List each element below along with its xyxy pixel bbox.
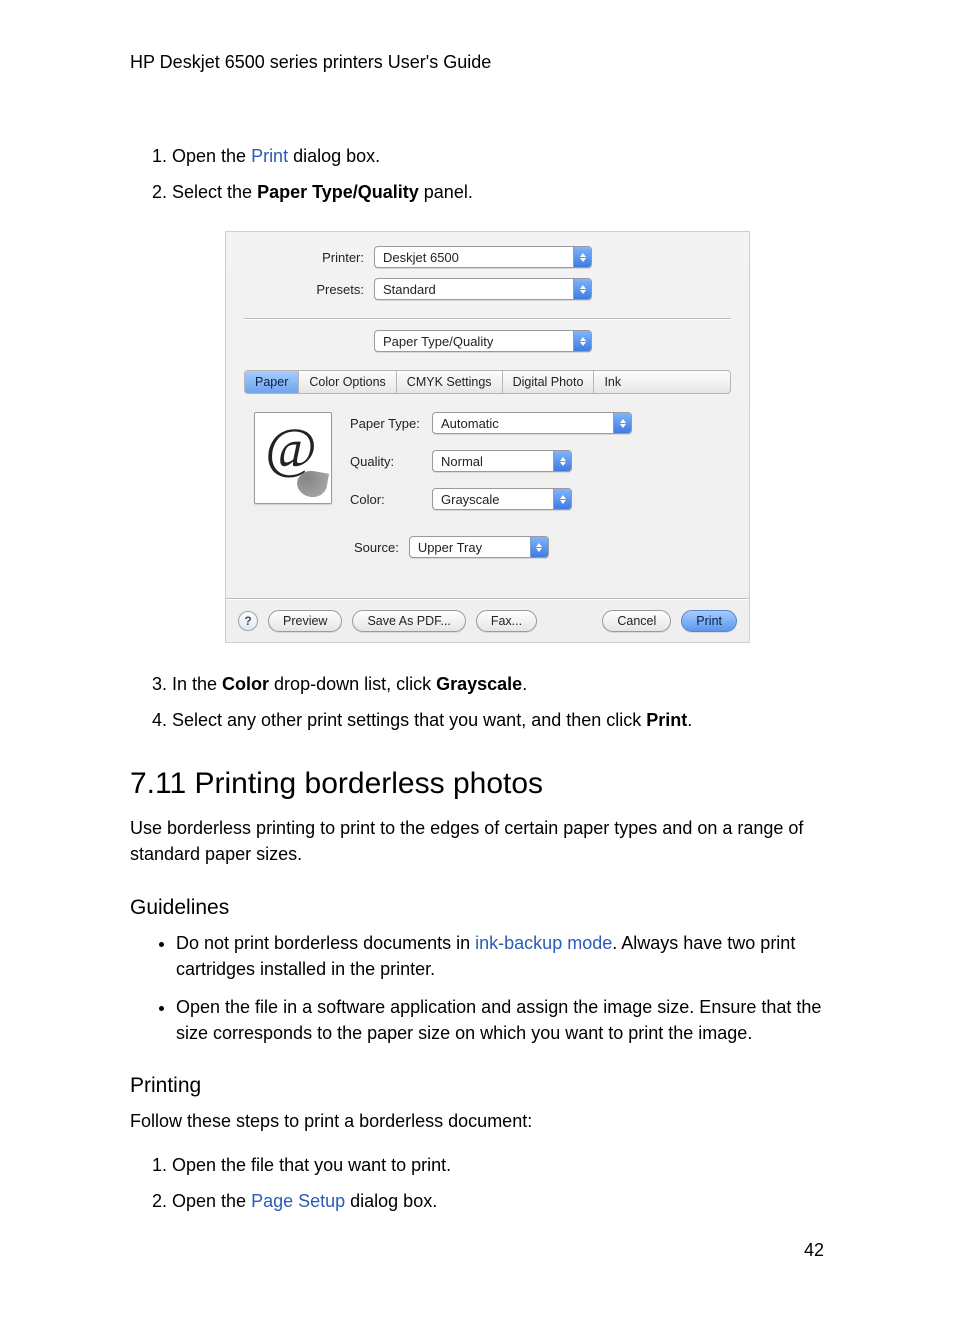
preview-thumbnail: @ — [254, 412, 332, 504]
pane-value: Paper Type/Quality — [383, 334, 493, 349]
bold-text: Paper Type/Quality — [257, 182, 419, 202]
step-3: In the Color drop-down list, click Grays… — [172, 671, 824, 697]
text: Do not print borderless documents in — [176, 933, 475, 953]
presets-label: Presets: — [244, 282, 374, 297]
text: In the — [172, 674, 222, 694]
bold-text: Grayscale — [436, 674, 522, 694]
source-popup[interactable]: Upper Tray — [409, 536, 549, 558]
printing-intro: Follow these steps to print a borderless… — [130, 1108, 824, 1134]
print-dialog-screenshot: Printer: Deskjet 6500 Presets: Standard … — [225, 231, 750, 643]
papertype-popup[interactable]: Automatic — [432, 412, 632, 434]
chevron-updown-icon — [530, 537, 548, 557]
bold-text: Color — [222, 674, 269, 694]
text: dialog box. — [288, 146, 380, 166]
tab-cmyk-settings[interactable]: CMYK Settings — [397, 371, 503, 393]
step-p1: Open the file that you want to print. — [172, 1152, 824, 1178]
guidelines-list: Do not print borderless documents in ink… — [130, 930, 824, 1046]
tab-digital-photo[interactable]: Digital Photo — [503, 371, 595, 393]
text: Select the — [172, 182, 257, 202]
section-heading: 7.11 Printing borderless photos — [130, 767, 824, 801]
papertype-label: Paper Type: — [350, 416, 432, 431]
save-as-pdf-button[interactable]: Save As PDF... — [352, 610, 465, 632]
source-value: Upper Tray — [418, 540, 482, 555]
cancel-button[interactable]: Cancel — [602, 610, 671, 632]
help-button[interactable]: ? — [238, 611, 258, 631]
text: Select any other print settings that you… — [172, 710, 646, 730]
list-item: Do not print borderless documents in ink… — [176, 930, 824, 982]
source-label: Source: — [354, 540, 399, 555]
list-item: Open the file in a software application … — [176, 994, 824, 1046]
tab-ink[interactable]: Ink — [594, 371, 631, 393]
presets-value: Standard — [383, 282, 436, 297]
color-label: Color: — [350, 492, 432, 507]
ink-backup-link[interactable]: ink-backup mode — [475, 933, 612, 953]
text: Open the — [172, 1191, 251, 1211]
chevron-updown-icon — [573, 331, 591, 351]
chevron-updown-icon — [573, 279, 591, 299]
tab-color-options[interactable]: Color Options — [299, 371, 396, 393]
step-p2: Open the Page Setup dialog box. — [172, 1188, 824, 1214]
color-value: Grayscale — [441, 492, 500, 507]
steps-list-bottom: In the Color drop-down list, click Grays… — [130, 671, 824, 733]
tabs: Paper Color Options CMYK Settings Digita… — [244, 370, 731, 394]
text: drop-down list, click — [269, 674, 436, 694]
chevron-updown-icon — [553, 451, 571, 471]
pane-popup[interactable]: Paper Type/Quality — [374, 330, 592, 352]
text: . — [687, 710, 692, 730]
print-link[interactable]: Print — [251, 146, 288, 166]
tab-paper[interactable]: Paper — [245, 371, 299, 393]
presets-popup[interactable]: Standard — [374, 278, 592, 300]
text: panel. — [419, 182, 473, 202]
printing-steps: Open the file that you want to print. Op… — [130, 1152, 824, 1214]
printer-label: Printer: — [244, 250, 374, 265]
text: dialog box. — [345, 1191, 437, 1211]
page-setup-link[interactable]: Page Setup — [251, 1191, 345, 1211]
guidelines-heading: Guidelines — [130, 896, 824, 920]
text: Open the — [172, 146, 251, 166]
quality-popup[interactable]: Normal — [432, 450, 572, 472]
chevron-updown-icon — [553, 489, 571, 509]
printer-popup[interactable]: Deskjet 6500 — [374, 246, 592, 268]
printing-heading: Printing — [130, 1074, 824, 1098]
print-button[interactable]: Print — [681, 610, 737, 632]
color-popup[interactable]: Grayscale — [432, 488, 572, 510]
fax-button[interactable]: Fax... — [476, 610, 537, 632]
quality-label: Quality: — [350, 454, 432, 469]
preview-button[interactable]: Preview — [268, 610, 342, 632]
page-number: 42 — [804, 1240, 824, 1261]
quality-value: Normal — [441, 454, 483, 469]
step-4: Select any other print settings that you… — [172, 707, 824, 733]
step-2: Select the Paper Type/Quality panel. — [172, 179, 824, 205]
bold-text: Print — [646, 710, 687, 730]
papertype-value: Automatic — [441, 416, 499, 431]
chevron-updown-icon — [613, 413, 631, 433]
running-header: HP Deskjet 6500 series printers User's G… — [130, 52, 824, 73]
printer-value: Deskjet 6500 — [383, 250, 459, 265]
chevron-updown-icon — [573, 247, 591, 267]
step-1: Open the Print dialog box. — [172, 143, 824, 169]
steps-list-top: Open the Print dialog box. Select the Pa… — [130, 143, 824, 205]
section-intro: Use borderless printing to print to the … — [130, 815, 824, 867]
text: . — [522, 674, 527, 694]
